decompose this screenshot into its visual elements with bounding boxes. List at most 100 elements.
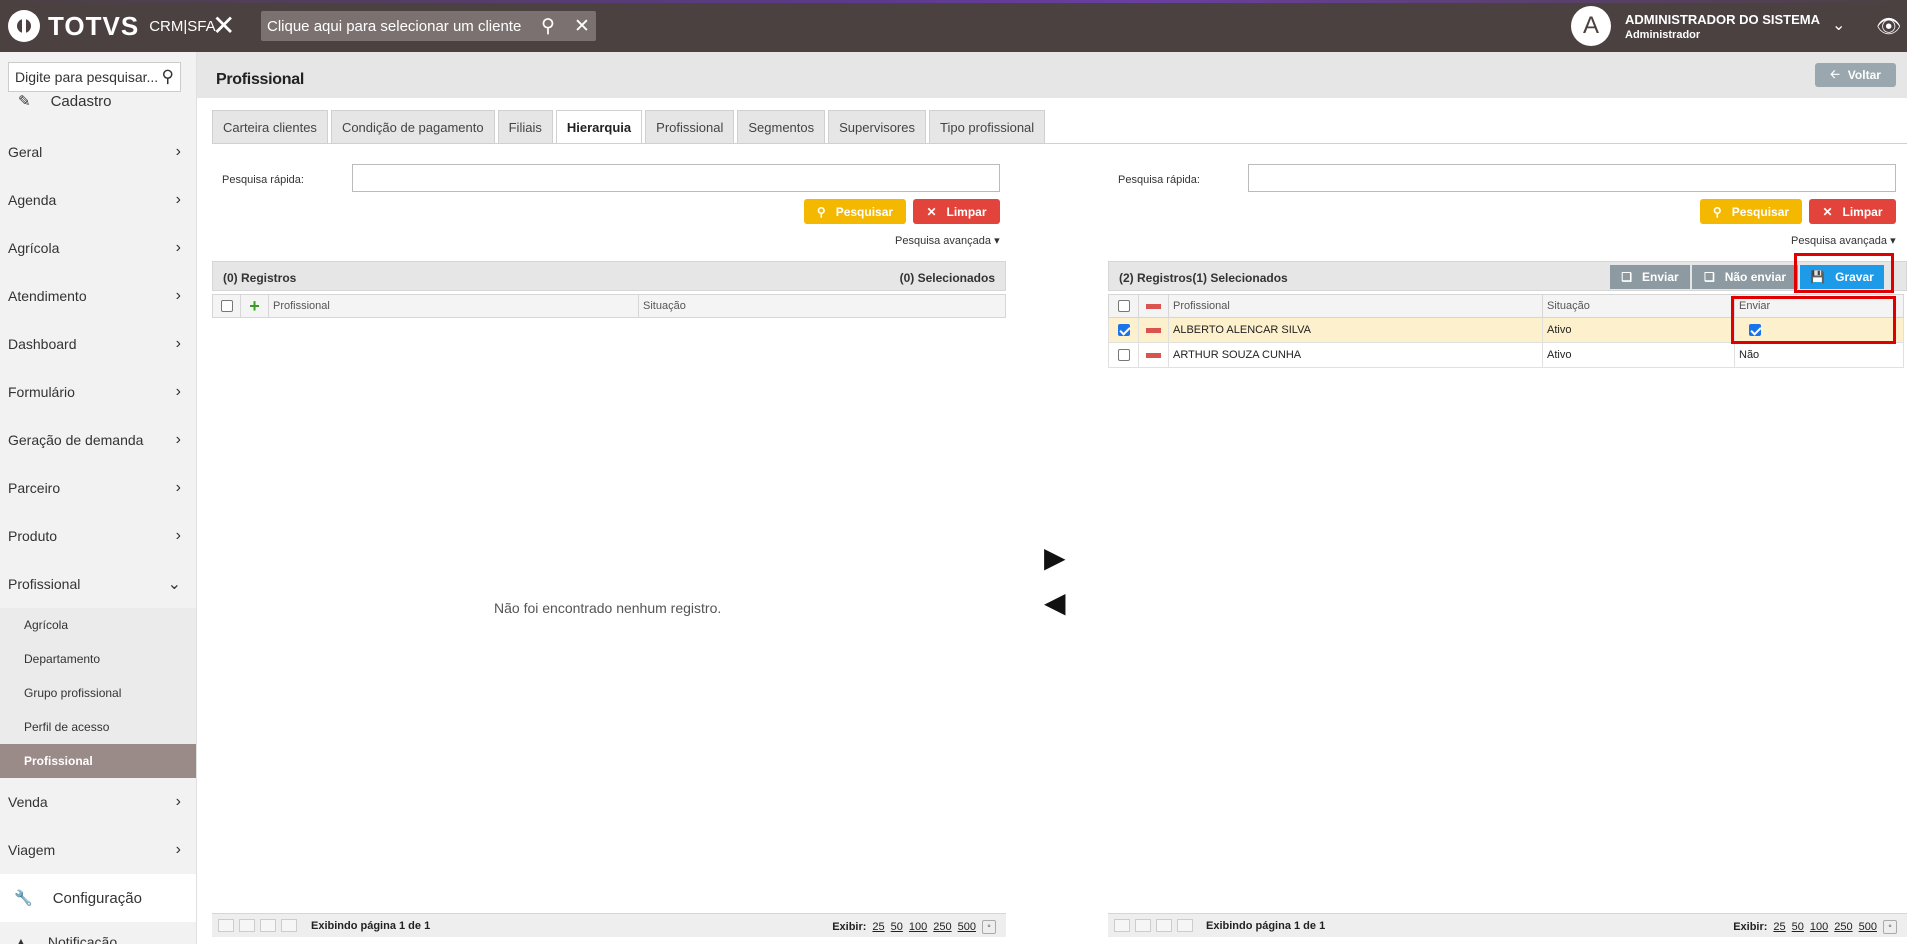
page-size-100[interactable]: 100: [909, 921, 927, 933]
back-button[interactable]: 🡠 Voltar: [1815, 63, 1896, 87]
page-size-50[interactable]: 50: [891, 921, 903, 933]
sidebar-item-cadastro[interactable]: ✎ Cadastro: [18, 92, 111, 111]
sidebar-item-geral[interactable]: Geral ›: [0, 128, 196, 176]
tab-supervisores[interactable]: Supervisores: [828, 110, 926, 143]
sidebar-item-dashboard[interactable]: Dashboard ›: [0, 320, 196, 368]
first-page-icon[interactable]: [1114, 919, 1130, 932]
right-clear-button[interactable]: ✕ Limpar: [1809, 199, 1896, 224]
checkbox[interactable]: [1117, 300, 1130, 312]
left-search-button[interactable]: ⚲ Pesquisar: [804, 199, 906, 224]
row-select[interactable]: [1109, 343, 1139, 367]
table-row[interactable]: ARTHUR SOUZA CUNHA Ativo Não: [1108, 343, 1904, 368]
sidebar-item-notificacao[interactable]: ▲ Notificação: [14, 934, 117, 944]
search-icon[interactable]: ⚲: [541, 15, 555, 38]
right-col-profissional[interactable]: Profissional: [1169, 295, 1543, 317]
sidebar-item-geracao-demanda[interactable]: Geração de demanda ›: [0, 416, 196, 464]
move-right-icon[interactable]: ▶: [1044, 544, 1066, 572]
left-advanced-search[interactable]: Pesquisa avançada ▾: [895, 234, 1000, 247]
right-quick-search-input[interactable]: [1248, 164, 1896, 192]
sidebar-subitem-grupo-profissional[interactable]: Grupo profissional: [0, 676, 196, 710]
sidebar-item-produto[interactable]: Produto ›: [0, 512, 196, 560]
sidebar-item-viagem[interactable]: Viagem ›: [0, 826, 196, 874]
page-size-25[interactable]: 25: [1773, 921, 1785, 933]
next-page-icon[interactable]: [260, 919, 276, 932]
left-clear-button[interactable]: ✕ Limpar: [913, 199, 1000, 224]
eye-icon[interactable]: 👁: [1876, 14, 1901, 39]
sidebar-item-venda[interactable]: Venda ›: [0, 778, 196, 826]
chevron-down-icon[interactable]: ⌄: [1832, 15, 1845, 35]
tab-carteira-clientes[interactable]: Carteira clientes: [212, 110, 328, 143]
logo[interactable]: TOTVS CRM|SFA: [8, 10, 216, 42]
enviar-button[interactable]: ❏ Enviar: [1610, 265, 1690, 289]
sidebar-item-agricola[interactable]: Agrícola ›: [0, 224, 196, 272]
sidebar-item-label: Notificação: [47, 934, 118, 944]
page-size-100[interactable]: 100: [1810, 921, 1828, 933]
page-size-25[interactable]: 25: [872, 921, 884, 933]
minus-icon[interactable]: [1146, 352, 1161, 358]
tab-tipo-profissional[interactable]: Tipo profissional: [929, 110, 1046, 143]
search-icon[interactable]: ⚲: [162, 67, 174, 87]
minus-icon[interactable]: [1146, 303, 1161, 309]
right-remove-all[interactable]: [1139, 295, 1169, 317]
prev-page-icon[interactable]: [239, 919, 255, 932]
checkbox[interactable]: [1117, 349, 1130, 361]
checkbox[interactable]: [220, 300, 233, 312]
close-icon[interactable]: ✕: [212, 12, 235, 40]
row-remove[interactable]: [1139, 318, 1169, 342]
right-quick-search-label: Pesquisa rápida:: [1118, 174, 1200, 186]
last-page-icon[interactable]: [1177, 919, 1193, 932]
minus-icon[interactable]: [1146, 327, 1161, 333]
right-col-situacao[interactable]: Situação: [1543, 295, 1735, 317]
left-records-count: (0) Registros: [223, 271, 297, 285]
page-size-500[interactable]: 500: [958, 921, 976, 933]
left-select-all[interactable]: [213, 295, 241, 317]
sidebar-item-label: Configuração: [52, 889, 142, 907]
avatar[interactable]: A: [1571, 6, 1611, 46]
page-size-250[interactable]: 250: [933, 921, 951, 933]
sidebar-search-input[interactable]: Digite para pesquisar... ⚲: [8, 62, 181, 92]
tab-condicao-pagamento[interactable]: Condição de pagamento: [330, 110, 495, 143]
prev-page-icon[interactable]: [1135, 919, 1151, 932]
tab-profissional[interactable]: Profissional: [645, 110, 735, 143]
left-quick-search-input[interactable]: [352, 164, 1000, 192]
sidebar-item-parceiro[interactable]: Parceiro ›: [0, 464, 196, 512]
tab-hierarquia[interactable]: Hierarquia: [555, 110, 643, 143]
checkbox[interactable]: [1117, 324, 1130, 336]
clear-icon[interactable]: ✕: [574, 15, 590, 38]
sidebar-subitem-perfil-acesso[interactable]: Perfil de acesso: [0, 710, 196, 744]
page-size-250[interactable]: 250: [1834, 921, 1852, 933]
move-left-icon[interactable]: ◀: [1044, 589, 1066, 617]
lightbulb-icon[interactable]: ◦: [982, 920, 996, 934]
next-page-icon[interactable]: [1156, 919, 1172, 932]
right-search-button[interactable]: ⚲ Pesquisar: [1700, 199, 1802, 224]
row-enviar[interactable]: Não: [1735, 343, 1903, 367]
page-size-500[interactable]: 500: [1859, 921, 1877, 933]
sidebar-item-atendimento[interactable]: Atendimento ›: [0, 272, 196, 320]
tab-filiais[interactable]: Filiais: [497, 110, 553, 143]
right-select-all[interactable]: [1109, 295, 1139, 317]
sidebar-item-agenda[interactable]: Agenda ›: [0, 176, 196, 224]
right-advanced-search[interactable]: Pesquisa avançada ▾: [1791, 234, 1896, 247]
left-col-profissional[interactable]: Profissional: [269, 295, 639, 317]
left-col-situacao[interactable]: Situação: [639, 295, 1005, 317]
first-page-icon[interactable]: [218, 919, 234, 932]
sidebar-item-formulario[interactable]: Formulário ›: [0, 368, 196, 416]
sidebar-item-profissional[interactable]: Profissional ⌄: [0, 560, 196, 608]
tab-segmentos[interactable]: Segmentos: [737, 110, 826, 143]
sidebar-subitem-profissional[interactable]: Profissional: [0, 744, 196, 778]
row-remove[interactable]: [1139, 343, 1169, 367]
left-add-all[interactable]: +: [241, 295, 269, 317]
sidebar-item-label: Dashboard: [8, 336, 77, 352]
last-page-icon[interactable]: [281, 919, 297, 932]
sidebar-subitem-agricola[interactable]: Agrícola: [0, 608, 196, 642]
plus-icon[interactable]: +: [249, 297, 260, 315]
row-select[interactable]: [1109, 318, 1139, 342]
nao-enviar-button[interactable]: ❏ Não enviar: [1692, 265, 1798, 289]
sidebar-item-label: Profissional: [8, 576, 81, 592]
sidebar-item-configuracao[interactable]: 🔧 Configuração: [0, 874, 196, 922]
client-selector[interactable]: Clique aqui para selecionar um cliente ⚲…: [261, 11, 596, 41]
page-size-50[interactable]: 50: [1792, 921, 1804, 933]
sidebar-subitem-departamento[interactable]: Departamento: [0, 642, 196, 676]
close-icon: ✕: [1822, 204, 1833, 219]
lightbulb-icon[interactable]: ◦: [1883, 920, 1897, 934]
